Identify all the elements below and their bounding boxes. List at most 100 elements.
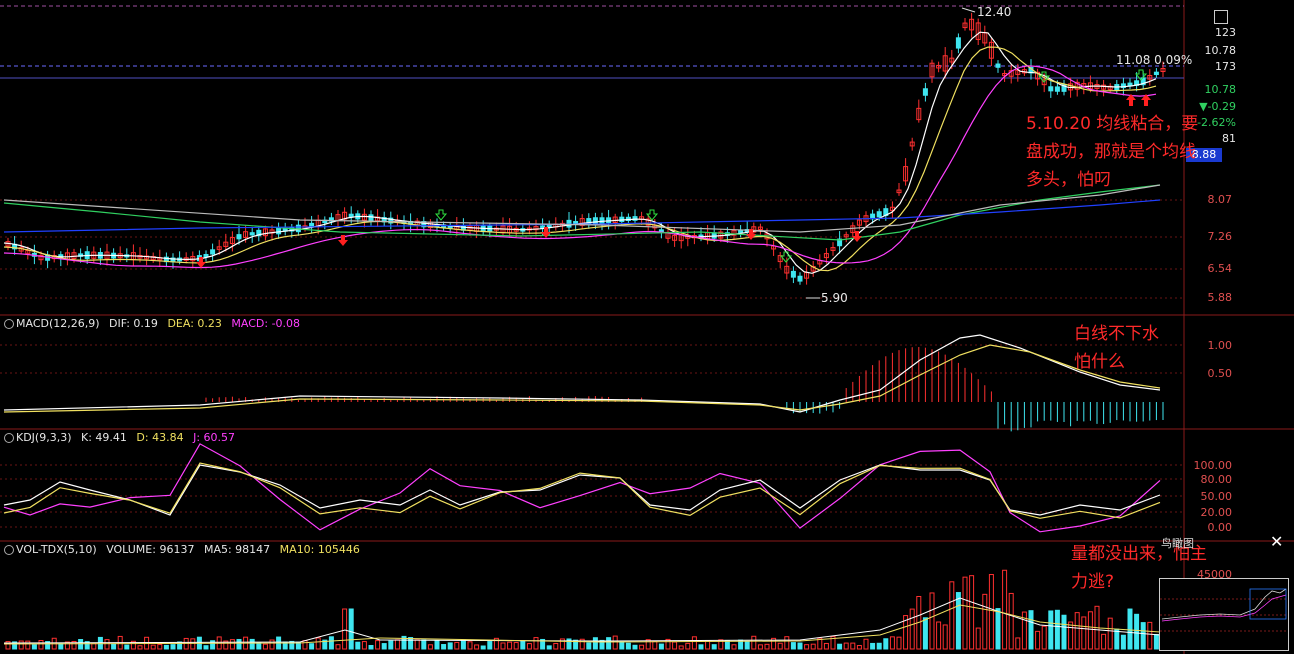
volume-bar: [163, 644, 169, 650]
annotation-white-line: 白线不下水 怕什么: [1074, 320, 1159, 376]
volume-bar: [625, 642, 631, 650]
volume-bar: [1074, 612, 1080, 650]
macd-tick-1: 1.00: [1207, 339, 1233, 352]
volume-bar: [427, 644, 433, 650]
vol-toggle-icon[interactable]: [4, 545, 14, 555]
volume-bar: [513, 642, 519, 650]
kdj-j: J: 60.57: [193, 431, 236, 444]
price-tick-4: 5.88: [1207, 291, 1233, 304]
volume-bar: [1048, 610, 1054, 650]
volume-bar: [823, 642, 829, 650]
price-tick-top-1: 10.78: [1204, 44, 1237, 57]
volume-bar: [249, 638, 255, 650]
volume-bar: [58, 643, 64, 650]
volume-bar: [1134, 613, 1140, 650]
volume-bar: [474, 644, 480, 650]
volume-bar: [691, 636, 697, 650]
annotation-ma-convergence: 5.10.20 均线粘合，要 盘成功，那就是个均线 多头，怕叼: [1026, 110, 1198, 194]
volume-bar: [1028, 610, 1034, 650]
kdj-tick-4: 20.00: [1200, 506, 1233, 519]
volume-bar: [38, 639, 44, 650]
candlesticks: [5, 12, 1166, 285]
kdj-toggle-icon[interactable]: [4, 433, 14, 443]
volume-bar: [652, 640, 658, 650]
volume-bars: [3, 569, 1166, 650]
kdj-tick-2: 80.00: [1200, 473, 1233, 486]
volume-bar: [797, 642, 803, 650]
volume-bar: [1041, 625, 1047, 650]
volume-bar: [520, 640, 526, 650]
volume-bar: [414, 639, 420, 650]
signal-arrows: [196, 69, 1151, 268]
volume-bar: [810, 643, 816, 650]
volume-bar: [1061, 614, 1067, 650]
minimap-title: 鸟瞰图: [1161, 537, 1194, 550]
candle-body: [1048, 86, 1054, 92]
kdj-d-line: [3, 462, 1161, 519]
macd-tick-2: 0.50: [1207, 367, 1233, 380]
volume-bar: [784, 636, 790, 650]
volume-bar: [757, 644, 763, 650]
volume-bar: [955, 592, 961, 650]
volume-bar: [658, 643, 664, 650]
minimap-close-icon[interactable]: ✕: [1270, 532, 1283, 551]
price-tick-1: 8.07: [1207, 193, 1233, 206]
volume-bar: [929, 592, 935, 650]
volume-bar: [1068, 621, 1074, 650]
vol-volume: VOLUME: 96137: [106, 543, 195, 556]
minimap-panel[interactable]: [1159, 578, 1289, 651]
macd-indicator: [3, 334, 1164, 432]
volume-bar: [883, 638, 889, 650]
macd-toggle-icon[interactable]: [4, 319, 14, 329]
volume-bar: [936, 621, 942, 650]
volume-bar: [137, 645, 143, 650]
volume-bar: [1114, 628, 1120, 650]
price-extra-1: 123: [1215, 26, 1236, 39]
volume-bar: [1101, 633, 1107, 650]
volume-bar: [229, 639, 235, 650]
last-price-label: 11.08 0.09%: [1116, 53, 1193, 67]
volume-bar: [302, 640, 308, 650]
volume-bar: [526, 643, 532, 650]
volume-bar: [256, 642, 262, 650]
volume-bar: [995, 608, 1001, 650]
volume-bar: [804, 644, 810, 650]
macd-name: MACD(12,26,9): [16, 317, 100, 330]
volume-bar: [348, 608, 354, 650]
note1-line1: 5.10.20 均线粘合，要: [1026, 114, 1199, 134]
volume-bar: [25, 640, 31, 650]
volume-bar: [500, 642, 506, 650]
volume-bar: [1120, 634, 1126, 650]
candle-body: [1153, 71, 1159, 76]
volume-bar: [586, 642, 592, 650]
maximize-icon[interactable]: [1214, 10, 1228, 24]
note2-line2: 怕什么: [1074, 352, 1125, 372]
volume-bar: [790, 642, 796, 650]
volume-bar: [460, 639, 466, 650]
volume-bar: [777, 642, 783, 650]
candle-body: [348, 213, 354, 218]
volume-bar: [335, 644, 341, 650]
kdj-tick-1: 100.00: [1193, 459, 1233, 472]
candle-body: [1054, 86, 1060, 92]
volume-bar: [1147, 621, 1153, 650]
volume-bar: [711, 644, 717, 650]
volume-bar: [744, 641, 750, 650]
volume-bar: [982, 593, 988, 650]
note1-line2: 盘成功，那就是个均线: [1026, 142, 1196, 162]
grid-lines: [0, 199, 1184, 528]
volume-bar: [685, 642, 691, 650]
volume-bar: [394, 639, 400, 650]
volume-bar: [309, 643, 315, 650]
note1-line3: 多头，怕叼: [1026, 170, 1111, 190]
candle-body: [922, 88, 928, 96]
volume-bar: [78, 639, 84, 650]
volume-bar: [1008, 592, 1014, 650]
volume-bar: [632, 644, 638, 650]
candle-body: [276, 227, 282, 235]
volume-bar: [434, 640, 440, 650]
volume-bar: [856, 645, 862, 650]
volume-bar: [1107, 617, 1113, 650]
vol-name: VOL-TDX(5,10): [16, 543, 97, 556]
volume-bar: [922, 617, 928, 650]
